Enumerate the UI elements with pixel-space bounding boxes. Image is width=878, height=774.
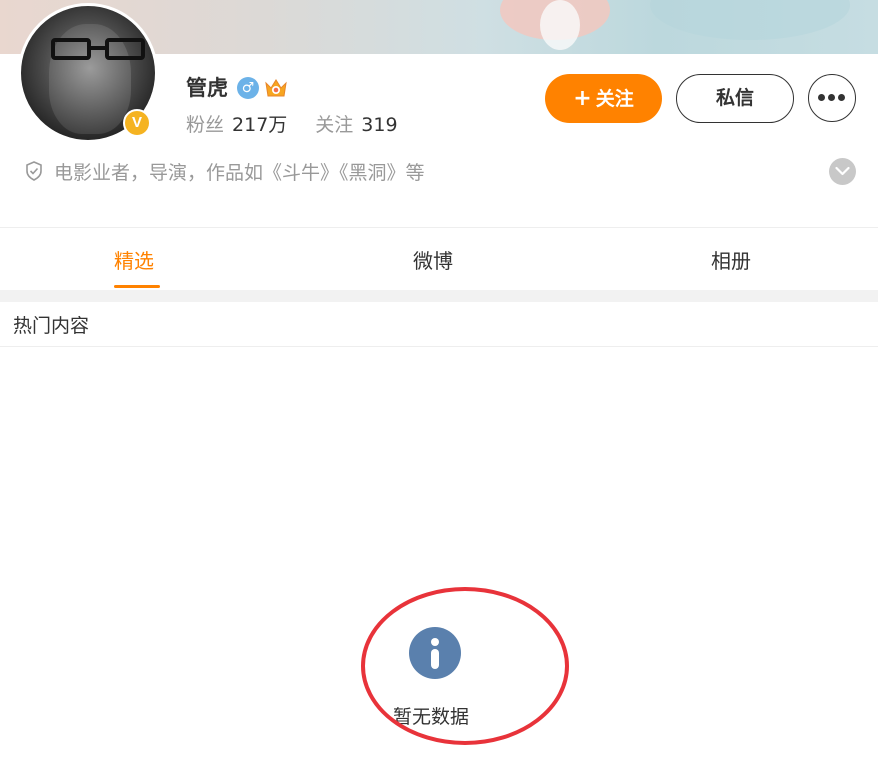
divider [0, 227, 878, 228]
profile-bio: 电影业者，导演，作品如《斗牛》《黑洞》等 [54, 162, 425, 184]
follow-label: 关注 [595, 88, 634, 110]
plus-icon: + [573, 86, 592, 111]
tab-weibo[interactable]: 微博 [413, 245, 453, 274]
following-label: 关注 [315, 114, 354, 136]
male-icon: ♂ [237, 77, 259, 99]
fans-label: 粉丝 [186, 114, 225, 136]
active-tab-indicator [114, 285, 160, 288]
profile-stats: 粉丝 217万 关注 319 [186, 110, 398, 137]
shield-icon [24, 160, 44, 182]
section-title: 热门内容 [13, 315, 90, 337]
divider [0, 346, 878, 347]
tab-album[interactable]: 相册 [711, 245, 751, 274]
profile-name: 管虎 [186, 76, 228, 100]
following-count[interactable]: 319 [361, 114, 397, 136]
section-separator [0, 290, 878, 302]
follow-button[interactable]: + 关注 [545, 74, 662, 123]
message-button[interactable]: 私信 [676, 74, 794, 123]
more-button[interactable] [808, 74, 856, 122]
chevron-down-icon[interactable] [829, 158, 856, 185]
verified-badge-icon: V [123, 109, 151, 137]
member-crown-icon[interactable] [264, 77, 288, 99]
tab-featured[interactable]: 精选 [114, 245, 154, 274]
more-dots-icon [818, 94, 846, 102]
fans-count[interactable]: 217万 [232, 114, 287, 136]
annotation-ellipse [361, 587, 569, 745]
